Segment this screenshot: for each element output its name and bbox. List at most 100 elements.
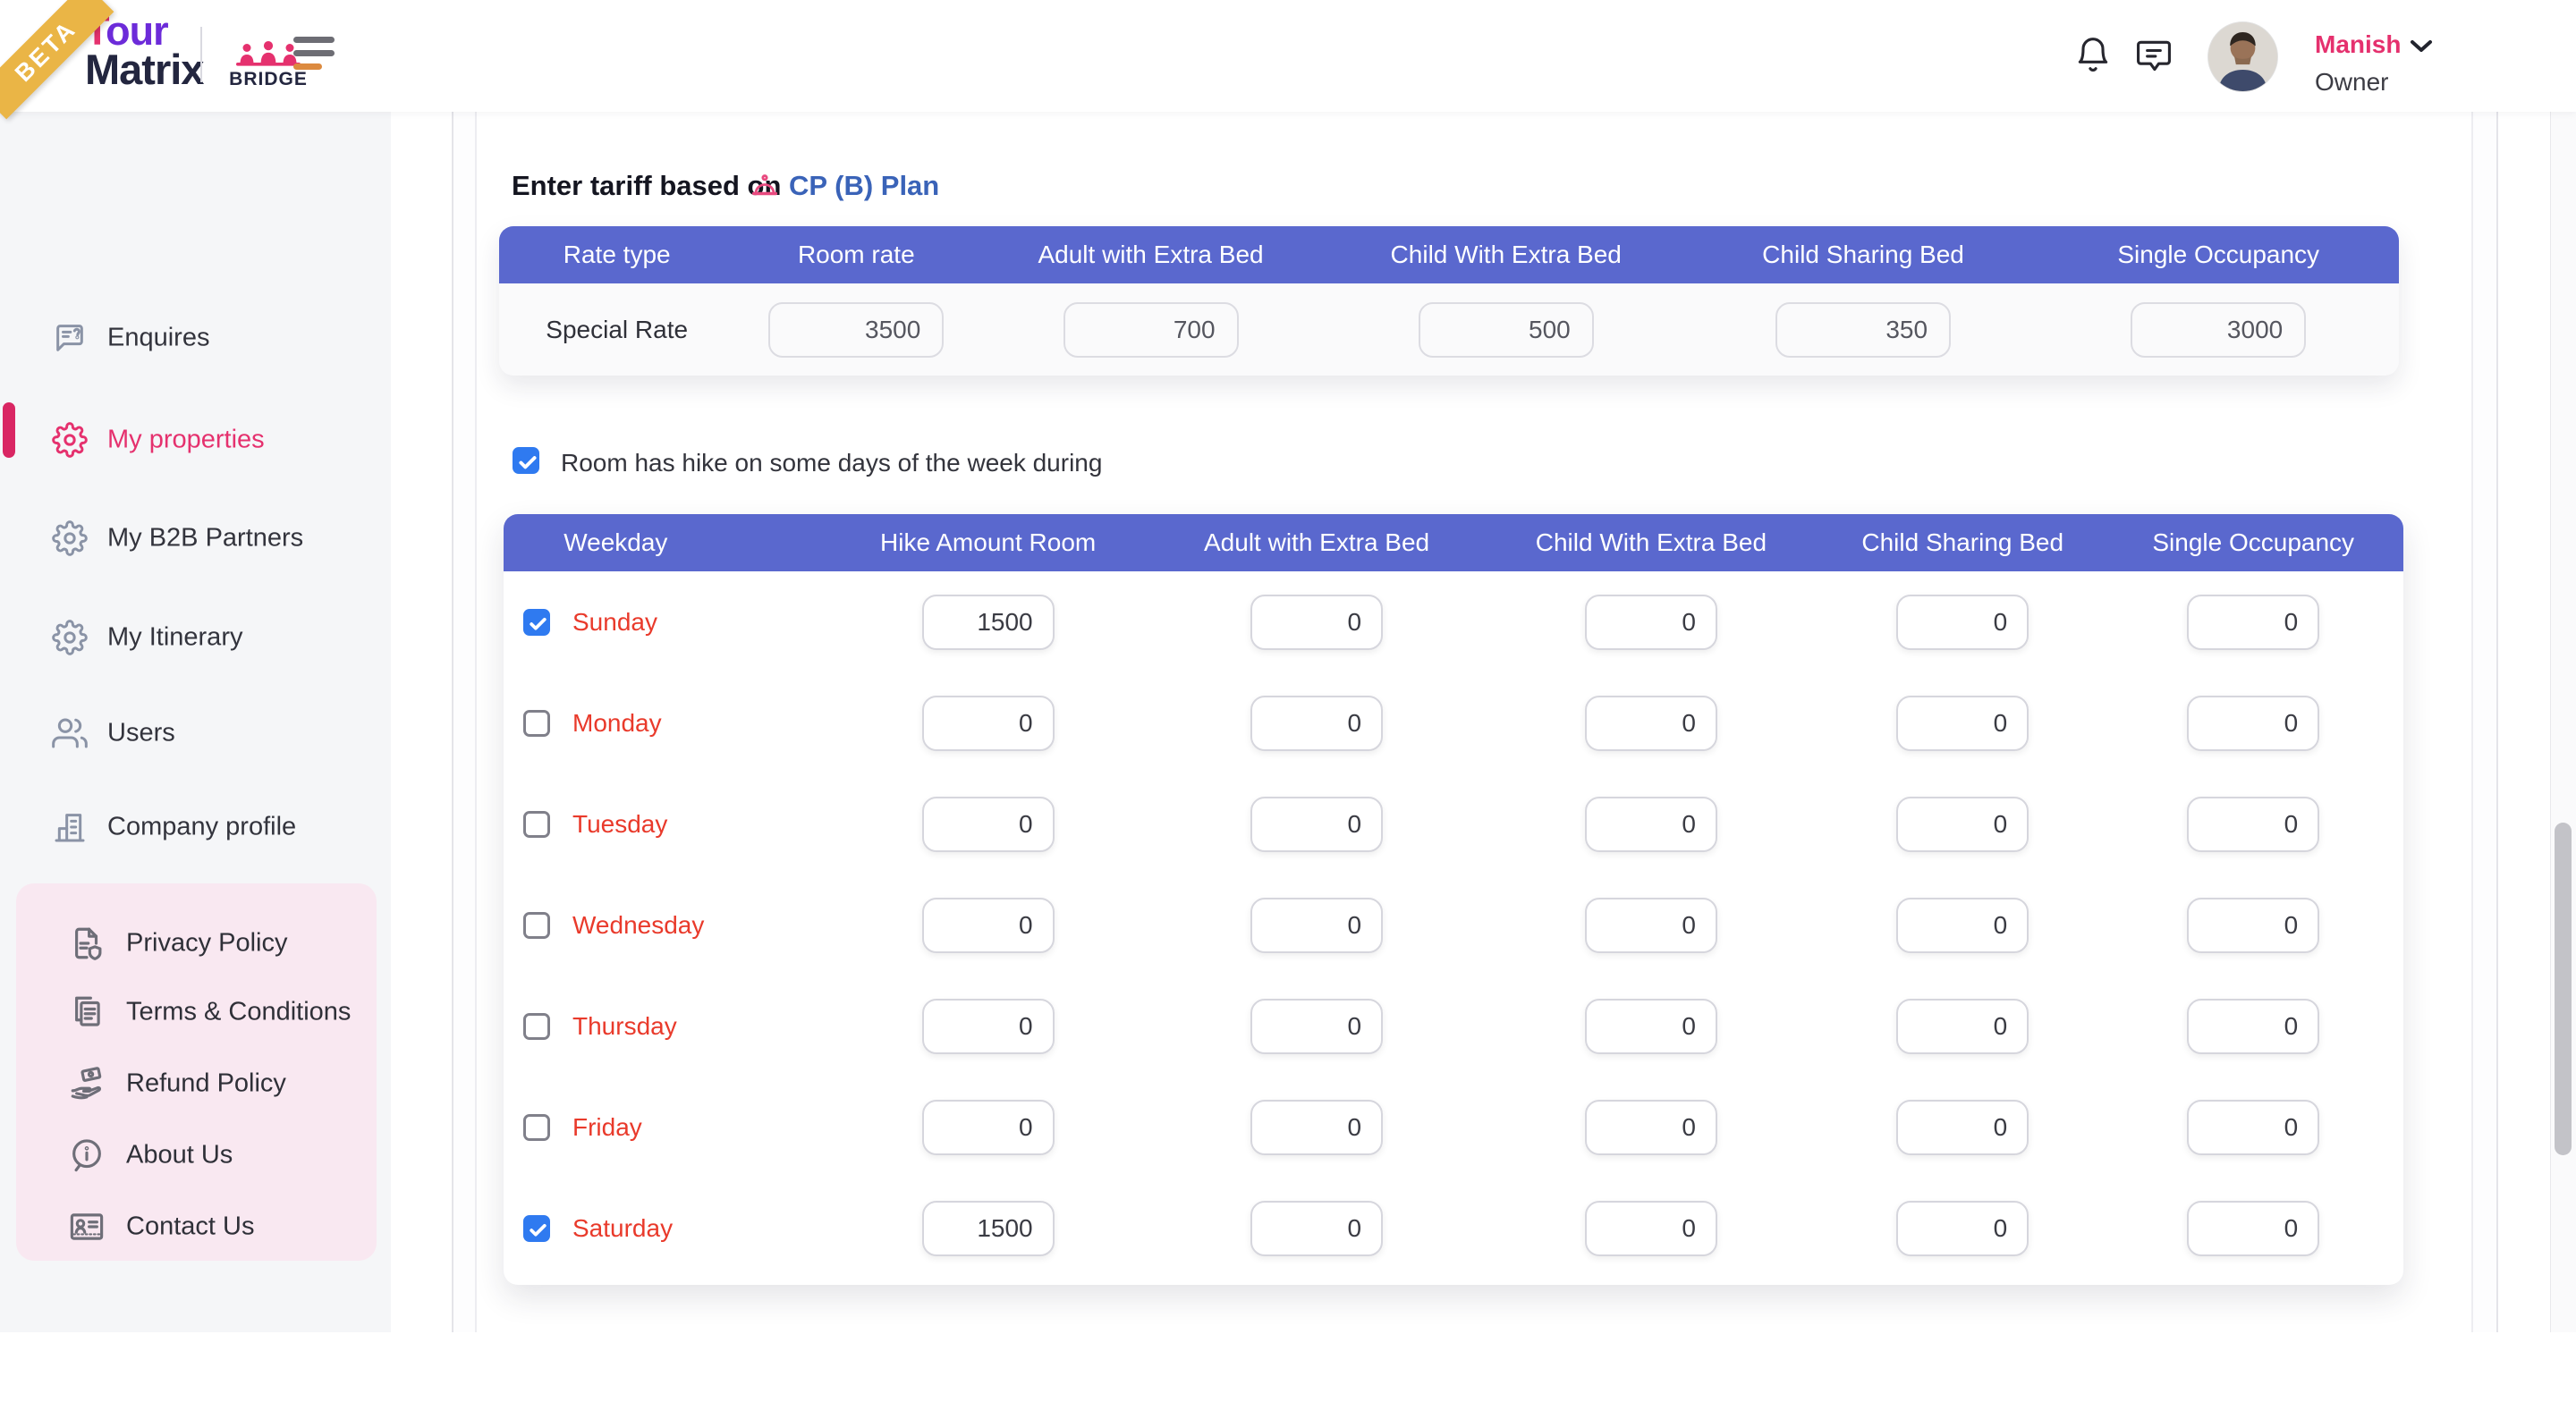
hike-input-monday[interactable] <box>1896 696 2029 751</box>
weekday-row-sunday: Sunday <box>504 571 2403 672</box>
hike-input-friday[interactable] <box>1896 1100 2029 1155</box>
rate-col-header: Child With Extra Bed <box>1391 226 1622 283</box>
user-name: Manish <box>2315 30 2401 58</box>
hike-input-sunday[interactable] <box>1250 595 1383 650</box>
hike-input-friday[interactable] <box>922 1100 1055 1155</box>
hike-input-sunday[interactable] <box>2187 595 2319 650</box>
hike-input-sunday[interactable] <box>1896 595 2029 650</box>
sidebar-item-label: Enquires <box>107 324 209 353</box>
hike-input-sunday[interactable] <box>922 595 1055 650</box>
hike-input-tuesday[interactable] <box>1896 797 2029 852</box>
sidebar-item-my-b2b-partners[interactable]: My B2B Partners <box>0 510 391 567</box>
sidebar-item-terms-conditions[interactable]: Terms & Conditions <box>16 984 377 1040</box>
sidebar-item-my-itinerary[interactable]: My Itinerary <box>0 609 391 666</box>
refund-hand-icon <box>68 1065 106 1102</box>
hike-input-wednesday[interactable] <box>1250 898 1383 953</box>
weekday-row-thursday: Thursday <box>504 975 2403 1077</box>
rate-col-header: Single Occupancy <box>2117 226 2319 283</box>
weekday-row-friday: Friday <box>504 1077 2403 1178</box>
hike-input-tuesday[interactable] <box>2187 797 2319 852</box>
weekday-checkbox-saturday[interactable] <box>523 1215 550 1242</box>
sidebar-item-enquires[interactable]: Enquires <box>0 309 391 367</box>
sidebar-item-label: Privacy Policy <box>126 929 288 959</box>
hike-input-thursday[interactable] <box>1585 999 1717 1054</box>
cloche-icon <box>750 170 780 202</box>
hike-input-monday[interactable] <box>1585 696 1717 751</box>
sidebar-item-refund-policy[interactable]: Refund Policy <box>16 1056 377 1111</box>
weekday-col-header: Adult with Extra Bed <box>1204 514 1429 571</box>
hike-input-sunday[interactable] <box>1585 595 1717 650</box>
top-header: BETA Tour Matrix BRIDGE <box>0 0 2576 112</box>
sidebar-item-about-us[interactable]: About Us <box>16 1128 377 1183</box>
bell-icon[interactable] <box>2073 36 2113 75</box>
weekday-label: Friday <box>572 1113 642 1142</box>
users-icon <box>52 715 88 751</box>
hike-input-friday[interactable] <box>2187 1100 2319 1155</box>
weekday-checkbox-friday[interactable] <box>523 1114 550 1141</box>
weekday-label: Monday <box>572 709 662 738</box>
documents-icon <box>68 993 106 1031</box>
rate-input[interactable] <box>768 302 944 358</box>
rate-col-header: Rate type <box>564 226 671 283</box>
weekday-checkbox-tuesday[interactable] <box>523 811 550 838</box>
rate-col-header: Room rate <box>798 226 915 283</box>
scrollbar-track[interactable] <box>2550 112 2576 1332</box>
sidebar-item-label: Terms & Conditions <box>126 998 351 1027</box>
hike-input-tuesday[interactable] <box>1250 797 1383 852</box>
document-shield-icon <box>68 925 106 962</box>
hike-input-saturday[interactable] <box>2187 1201 2319 1256</box>
weekday-col-header: Single Occupancy <box>2152 514 2354 571</box>
weekday-hike-table: WeekdayHike Amount RoomAdult with Extra … <box>504 514 2403 1285</box>
sidebar-item-my-properties[interactable]: My properties <box>0 411 391 469</box>
sidebar-item-label: Users <box>107 719 175 748</box>
chat-bubble-icon[interactable] <box>2134 36 2174 75</box>
rate-input[interactable] <box>1063 302 1239 358</box>
hike-input-tuesday[interactable] <box>922 797 1055 852</box>
hike-input-wednesday[interactable] <box>1896 898 2029 953</box>
gear-icon <box>52 620 88 655</box>
scrollbar-thumb[interactable] <box>2555 823 2572 1155</box>
sidebar-item-label: About Us <box>126 1141 233 1170</box>
hike-input-saturday[interactable] <box>1896 1201 2029 1256</box>
hike-input-wednesday[interactable] <box>1585 898 1717 953</box>
user-avatar[interactable] <box>2207 21 2278 92</box>
hike-input-tuesday[interactable] <box>1585 797 1717 852</box>
hike-input-monday[interactable] <box>2187 696 2319 751</box>
sidebar-item-contact-us[interactable]: Contact Us <box>16 1199 377 1254</box>
hike-input-saturday[interactable] <box>922 1201 1055 1256</box>
hamburger-menu-icon[interactable] <box>293 37 335 74</box>
hike-input-thursday[interactable] <box>922 999 1055 1054</box>
weekday-col-header: Weekday <box>564 514 667 571</box>
rate-input[interactable] <box>2131 302 2306 358</box>
sidebar-item-users[interactable]: Users <box>0 705 391 762</box>
weekday-label: Sunday <box>572 608 657 637</box>
sidebar-item-company-profile[interactable]: Company profile <box>0 798 391 856</box>
hike-input-wednesday[interactable] <box>2187 898 2319 953</box>
sidebar-item-privacy-policy[interactable]: Privacy Policy <box>16 916 377 971</box>
weekday-checkbox-thursday[interactable] <box>523 1013 550 1040</box>
hike-checkbox[interactable] <box>513 447 539 474</box>
weekday-checkbox-monday[interactable] <box>523 710 550 737</box>
hike-input-saturday[interactable] <box>1585 1201 1717 1256</box>
hike-input-friday[interactable] <box>1585 1100 1717 1155</box>
plan-link[interactable]: CP (B) Plan <box>789 170 939 202</box>
logo-divider <box>200 27 202 82</box>
hike-input-monday[interactable] <box>922 696 1055 751</box>
building-icon <box>52 809 88 845</box>
hike-input-wednesday[interactable] <box>922 898 1055 953</box>
hike-input-saturday[interactable] <box>1250 1201 1383 1256</box>
rate-input[interactable] <box>1775 302 1951 358</box>
user-menu[interactable]: Manish <box>2315 30 2433 59</box>
sidebar-item-label: Contact Us <box>126 1212 254 1242</box>
chevron-down-icon <box>2410 38 2433 55</box>
hike-input-thursday[interactable] <box>1250 999 1383 1054</box>
hike-input-friday[interactable] <box>1250 1100 1383 1155</box>
weekday-checkbox-sunday[interactable] <box>523 609 550 636</box>
weekday-checkbox-wednesday[interactable] <box>523 912 550 939</box>
weekday-row-monday: Monday <box>504 672 2403 773</box>
rate-input[interactable] <box>1419 302 1594 358</box>
hike-input-thursday[interactable] <box>2187 999 2319 1054</box>
hike-input-monday[interactable] <box>1250 696 1383 751</box>
rate-col-header: Adult with Extra Bed <box>1038 226 1263 283</box>
hike-input-thursday[interactable] <box>1896 999 2029 1054</box>
